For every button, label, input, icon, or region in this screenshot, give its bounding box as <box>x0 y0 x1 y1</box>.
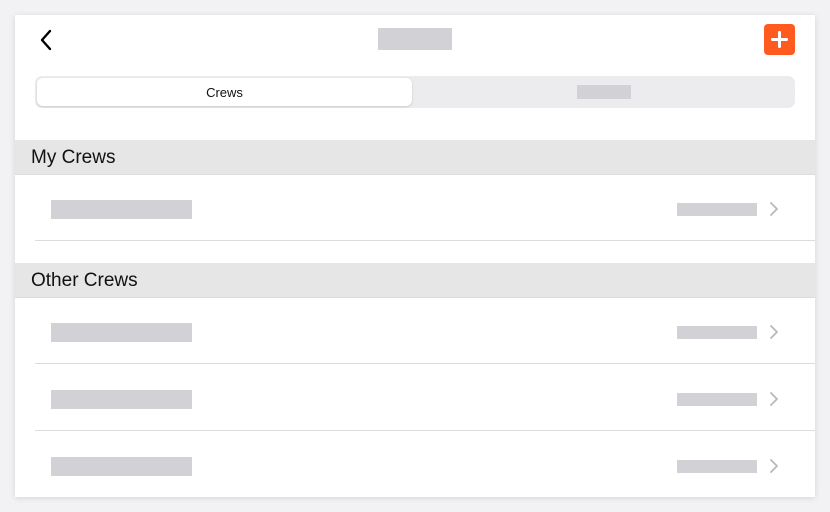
chevron-right-icon <box>770 202 778 216</box>
list-item[interactable] <box>15 365 815 431</box>
app-window: Crews My Crews Other Crews <box>15 15 815 497</box>
list-item[interactable] <box>15 175 815 241</box>
add-crew-button[interactable] <box>764 24 795 55</box>
section-title-other-crews: Other Crews <box>31 270 138 291</box>
row-divider <box>35 240 815 241</box>
back-button[interactable] <box>31 25 61 55</box>
crew-detail-redacted <box>677 393 757 406</box>
list-item[interactable] <box>15 432 815 497</box>
section-header-other-crews: Other Crews <box>15 263 815 298</box>
segment-crews[interactable]: Crews <box>37 78 412 106</box>
list-item[interactable] <box>15 298 815 364</box>
section-title-my-crews: My Crews <box>31 147 116 168</box>
chevron-right-icon <box>770 325 778 339</box>
segment-second[interactable] <box>415 78 793 106</box>
crew-name-redacted <box>51 457 192 476</box>
crew-name-redacted <box>51 323 192 342</box>
crew-detail-redacted <box>677 203 757 216</box>
segment-crews-label: Crews <box>206 84 243 100</box>
section-header-my-crews: My Crews <box>15 140 815 175</box>
row-divider <box>35 430 815 431</box>
nav-bar <box>15 15 815 65</box>
crew-detail-redacted <box>677 326 757 339</box>
segment-second-label-redacted <box>577 85 631 99</box>
page-title-redacted <box>378 28 452 50</box>
crew-detail-redacted <box>677 460 757 473</box>
row-divider <box>35 363 815 364</box>
crew-name-redacted <box>51 200 192 219</box>
segmented-control: Crews <box>35 76 795 108</box>
chevron-right-icon <box>770 392 778 406</box>
chevron-left-icon <box>40 29 52 51</box>
crew-name-redacted <box>51 390 192 409</box>
plus-icon <box>771 31 788 48</box>
chevron-right-icon <box>770 459 778 473</box>
